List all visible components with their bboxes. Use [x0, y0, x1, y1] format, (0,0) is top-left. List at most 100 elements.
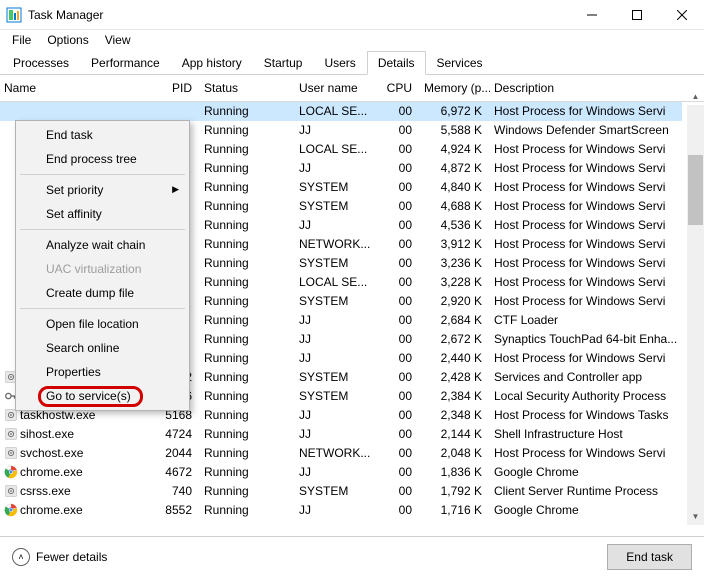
cell-status[interactable]: Running [200, 273, 295, 292]
cell-cpu[interactable]: 00 [375, 140, 420, 159]
cell-memory[interactable]: 1,792 K [420, 482, 490, 501]
cell-user[interactable]: JJ [295, 121, 375, 140]
cell-user[interactable]: JJ [295, 349, 375, 368]
cell-user[interactable]: JJ [295, 159, 375, 178]
cell-status[interactable]: Running [200, 140, 295, 159]
cell-status[interactable]: Running [200, 121, 295, 140]
cell-status[interactable]: Running [200, 159, 295, 178]
ctx-search-online[interactable]: Search online [18, 336, 187, 360]
cell-cpu[interactable]: 00 [375, 292, 420, 311]
tab-performance[interactable]: Performance [80, 51, 171, 75]
cell-description[interactable]: Host Process for Windows Servi [490, 349, 682, 368]
ctx-go-to-services[interactable]: Go to service(s) [18, 384, 187, 408]
cell-status[interactable]: Running [200, 349, 295, 368]
cell-cpu[interactable]: 00 [375, 482, 420, 501]
cell-description[interactable]: Host Process for Windows Servi [490, 235, 682, 254]
cell-name[interactable]: chrome.exe [0, 463, 140, 482]
cell-description[interactable]: Host Process for Windows Servi [490, 292, 682, 311]
cell-memory[interactable]: 1,716 K [420, 501, 490, 520]
cell-status[interactable]: Running [200, 406, 295, 425]
scroll-up-button[interactable]: ▲ [687, 88, 704, 102]
cell-memory[interactable]: 3,236 K [420, 254, 490, 273]
cell-cpu[interactable]: 00 [375, 254, 420, 273]
col-cpu[interactable]: CPU [375, 75, 420, 102]
end-task-button[interactable]: End task [607, 544, 692, 570]
cell-pid[interactable]: 4724 [140, 425, 200, 444]
cell-cpu[interactable]: 00 [375, 368, 420, 387]
cell-user[interactable]: JJ [295, 216, 375, 235]
cell-status[interactable]: Running [200, 368, 295, 387]
cell-user[interactable]: NETWORK... [295, 235, 375, 254]
scroll-down-button[interactable]: ▼ [687, 508, 704, 525]
menu-view[interactable]: View [97, 31, 139, 49]
cell-status[interactable]: Running [200, 197, 295, 216]
cell-description[interactable]: Host Process for Windows Servi [490, 197, 682, 216]
cell-memory[interactable]: 4,688 K [420, 197, 490, 216]
cell-memory[interactable]: 2,428 K [420, 368, 490, 387]
cell-description[interactable]: Host Process for Windows Servi [490, 273, 682, 292]
cell-description[interactable]: Google Chrome [490, 501, 682, 520]
cell-description[interactable]: Host Process for Windows Servi [490, 178, 682, 197]
menu-file[interactable]: File [4, 31, 39, 49]
cell-description[interactable]: Synaptics TouchPad 64-bit Enha... [490, 330, 682, 349]
cell-description[interactable]: Host Process for Windows Servi [490, 140, 682, 159]
ctx-analyze-wait-chain[interactable]: Analyze wait chain [18, 233, 187, 257]
col-pid[interactable]: PID [140, 75, 200, 102]
cell-user[interactable]: SYSTEM [295, 368, 375, 387]
fewer-details-button[interactable]: ˄ Fewer details [12, 548, 107, 566]
cell-memory[interactable]: 6,972 K [420, 102, 490, 121]
scrollbar-thumb[interactable] [688, 155, 703, 225]
cell-user[interactable]: LOCAL SE... [295, 140, 375, 159]
cell-status[interactable]: Running [200, 330, 295, 349]
cell-pid[interactable] [140, 102, 200, 121]
cell-memory[interactable]: 3,228 K [420, 273, 490, 292]
cell-cpu[interactable]: 00 [375, 311, 420, 330]
cell-status[interactable]: Running [200, 235, 295, 254]
cell-name[interactable] [0, 102, 140, 121]
cell-description[interactable]: Host Process for Windows Servi [490, 102, 682, 121]
cell-cpu[interactable]: 00 [375, 102, 420, 121]
cell-memory[interactable]: 2,384 K [420, 387, 490, 406]
cell-memory[interactable]: 2,348 K [420, 406, 490, 425]
cell-pid[interactable]: 4672 [140, 463, 200, 482]
cell-memory[interactable]: 4,924 K [420, 140, 490, 159]
ctx-open-file-location[interactable]: Open file location [18, 312, 187, 336]
menu-options[interactable]: Options [39, 31, 96, 49]
cell-status[interactable]: Running [200, 216, 295, 235]
cell-user[interactable]: JJ [295, 463, 375, 482]
cell-status[interactable]: Running [200, 444, 295, 463]
cell-memory[interactable]: 1,836 K [420, 463, 490, 482]
cell-memory[interactable]: 2,144 K [420, 425, 490, 444]
cell-user[interactable]: LOCAL SE... [295, 102, 375, 121]
cell-pid[interactable]: 8552 [140, 501, 200, 520]
cell-user[interactable]: SYSTEM [295, 254, 375, 273]
close-button[interactable] [659, 0, 704, 30]
cell-status[interactable]: Running [200, 292, 295, 311]
cell-memory[interactable]: 4,840 K [420, 178, 490, 197]
cell-cpu[interactable]: 00 [375, 387, 420, 406]
cell-user[interactable]: JJ [295, 425, 375, 444]
cell-memory[interactable]: 5,588 K [420, 121, 490, 140]
cell-user[interactable]: SYSTEM [295, 482, 375, 501]
cell-cpu[interactable]: 00 [375, 406, 420, 425]
cell-user[interactable]: JJ [295, 311, 375, 330]
col-username[interactable]: User name [295, 75, 375, 102]
cell-memory[interactable]: 2,048 K [420, 444, 490, 463]
cell-memory[interactable]: 2,920 K [420, 292, 490, 311]
ctx-properties[interactable]: Properties [18, 360, 187, 384]
cell-name[interactable]: chrome.exe [0, 501, 140, 520]
cell-cpu[interactable]: 00 [375, 425, 420, 444]
scrollbar[interactable]: ▼ [687, 105, 704, 525]
cell-user[interactable]: JJ [295, 330, 375, 349]
cell-name[interactable]: sihost.exe [0, 425, 140, 444]
cell-cpu[interactable]: 00 [375, 463, 420, 482]
cell-user[interactable]: SYSTEM [295, 197, 375, 216]
cell-pid[interactable]: 740 [140, 482, 200, 501]
ctx-end-task[interactable]: End task [18, 123, 187, 147]
cell-user[interactable]: NETWORK... [295, 444, 375, 463]
cell-user[interactable]: SYSTEM [295, 292, 375, 311]
cell-status[interactable]: Running [200, 482, 295, 501]
cell-status[interactable]: Running [200, 254, 295, 273]
cell-name[interactable]: csrss.exe [0, 482, 140, 501]
cell-cpu[interactable]: 00 [375, 197, 420, 216]
